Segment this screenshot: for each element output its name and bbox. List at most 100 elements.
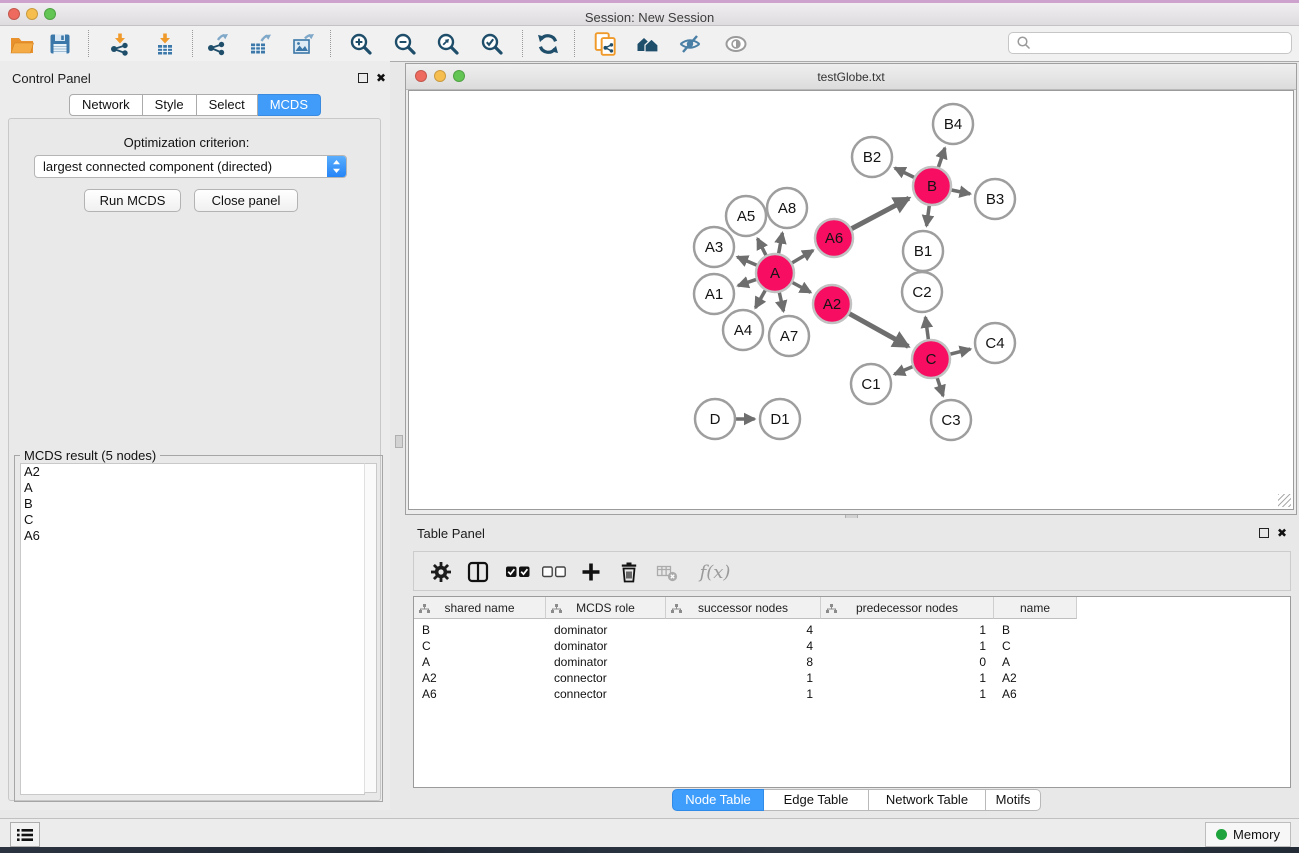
search-input[interactable] (1032, 36, 1291, 50)
hierarchy-icon (826, 603, 837, 617)
result-item[interactable]: A (21, 480, 364, 496)
tab-node-table[interactable]: Node Table (672, 789, 764, 811)
add-row-icon[interactable] (578, 560, 604, 584)
node-A[interactable]: A (756, 254, 794, 292)
close-table-panel-icon[interactable]: ✖ (1277, 527, 1287, 539)
node-C2[interactable]: C2 (902, 272, 942, 312)
task-history-button[interactable] (10, 822, 40, 847)
node-A5[interactable]: A5 (726, 196, 766, 236)
refresh-icon[interactable] (531, 29, 565, 59)
svg-text:D: D (710, 411, 721, 428)
cell: 1 (666, 670, 821, 686)
criterion-dropdown[interactable]: largest connected component (directed) (34, 155, 347, 178)
zoom-in-icon[interactable] (344, 29, 378, 59)
tab-edge-table[interactable]: Edge Table (764, 789, 869, 811)
result-item[interactable]: A6 (21, 528, 364, 544)
export-table-icon[interactable] (244, 29, 278, 59)
memory-label: Memory (1233, 827, 1280, 842)
select-all-checkboxes-icon[interactable] (505, 560, 531, 584)
svg-text:B3: B3 (986, 191, 1004, 208)
tab-network[interactable]: Network (69, 94, 143, 116)
zoom-window-button[interactable] (44, 8, 56, 20)
svg-text:B4: B4 (944, 116, 962, 133)
column-header-mcds-role[interactable]: MCDS role (546, 597, 666, 619)
export-image-icon[interactable] (287, 29, 321, 59)
node-D[interactable]: D (695, 399, 735, 439)
minimize-window-button[interactable] (26, 8, 38, 20)
table-row[interactable]: Bdominator41B (414, 622, 1290, 638)
table-row[interactable]: A6connector11A6 (414, 686, 1290, 702)
close-panel-icon[interactable]: ✖ (376, 72, 386, 84)
tab-style[interactable]: Style (143, 94, 197, 116)
zoom-out-icon[interactable] (388, 29, 422, 59)
result-scrollbar[interactable] (364, 463, 377, 793)
result-item[interactable]: A2 (21, 464, 364, 480)
float-table-panel-icon[interactable] (1259, 528, 1269, 538)
float-panel-icon[interactable] (358, 73, 368, 83)
export-network-icon[interactable] (201, 29, 235, 59)
zoom-fit-icon[interactable] (431, 29, 465, 59)
node-A8[interactable]: A8 (767, 188, 807, 228)
node-B1[interactable]: B1 (903, 231, 943, 271)
network-graph[interactable]: B4 B2 B B3 A8A5 A6 A3 B1 A C2 A1 A2 A4A7 C4 C C1 C3 D D1 (409, 91, 1295, 511)
search-field[interactable] (1008, 32, 1292, 54)
node-A1[interactable]: A1 (694, 274, 734, 314)
table-row[interactable]: A2connector11A2 (414, 670, 1290, 686)
deselect-all-checkboxes-icon[interactable] (541, 560, 567, 584)
node-C1[interactable]: C1 (851, 364, 891, 404)
column-header-successor-nodes[interactable]: successor nodes (666, 597, 821, 619)
mcds-result-title: MCDS result (5 nodes) (20, 448, 160, 463)
memory-button[interactable]: Memory (1205, 822, 1291, 847)
hide-graphics-details-icon[interactable] (673, 29, 707, 59)
tab-motifs[interactable]: Motifs (986, 789, 1041, 811)
control-panel-tabs: NetworkStyleSelectMCDS (0, 94, 390, 116)
node-B[interactable]: B (913, 167, 951, 205)
function-builder-icon[interactable]: f(x) (695, 560, 735, 584)
result-item[interactable]: B (21, 496, 364, 512)
result-item[interactable]: C (21, 512, 364, 528)
run-mcds-button[interactable]: Run MCDS (84, 189, 181, 212)
tab-mcds[interactable]: MCDS (258, 94, 321, 116)
node-A7[interactable]: A7 (769, 316, 809, 356)
import-table-icon[interactable] (148, 29, 182, 59)
column-header-predecessor-nodes[interactable]: predecessor nodes (821, 597, 994, 619)
save-session-icon[interactable] (43, 29, 77, 59)
node-A3[interactable]: A3 (694, 227, 734, 267)
node-A6[interactable]: A6 (815, 219, 853, 257)
node-B2[interactable]: B2 (852, 137, 892, 177)
column-header-shared-name[interactable]: shared name (414, 597, 546, 619)
node-A4[interactable]: A4 (723, 310, 763, 350)
import-network-icon[interactable] (103, 29, 137, 59)
table-row[interactable]: Adominator80A (414, 654, 1290, 670)
mcds-result-list[interactable]: A2ABCA6 (20, 463, 365, 795)
vertical-splitter-handle[interactable] (395, 435, 403, 448)
network-canvas[interactable]: B4 B2 B B3 A8A5 A6 A3 B1 A C2 A1 A2 A4A7 C4 C C1 C3 D D1 (408, 90, 1294, 510)
node-C[interactable]: C (912, 340, 950, 378)
tab-network-table[interactable]: Network Table (869, 789, 986, 811)
memory-status-icon (1216, 829, 1227, 840)
delete-row-trash-icon[interactable] (616, 560, 642, 584)
show-graphics-details-icon[interactable] (719, 29, 753, 59)
control-panel: Control Panel ✖ NetworkStyleSelectMCDS O… (0, 61, 390, 810)
zoom-selected-icon[interactable] (475, 29, 509, 59)
delete-table-icon[interactable] (654, 560, 680, 584)
tab-select[interactable]: Select (197, 94, 258, 116)
column-header-name[interactable]: name (994, 597, 1077, 619)
resize-grip-icon[interactable] (1278, 494, 1291, 507)
node-C4[interactable]: C4 (975, 323, 1015, 363)
open-session-icon[interactable] (5, 29, 39, 59)
close-window-button[interactable] (8, 8, 20, 20)
node-B3[interactable]: B3 (975, 179, 1015, 219)
column-layout-icon[interactable] (465, 560, 491, 584)
settings-gear-icon[interactable] (428, 560, 454, 584)
close-panel-button[interactable]: Close panel (194, 189, 298, 212)
network-snapshot-icon[interactable] (589, 29, 623, 59)
optimization-criterion-label: Optimization criterion: (0, 135, 373, 150)
table-row[interactable]: Cdominator41C (414, 638, 1290, 654)
node-C3[interactable]: C3 (931, 400, 971, 440)
node-D1[interactable]: D1 (760, 399, 800, 439)
table-panel: Table Panel ✖ f(x) shared nameMCDS roles… (405, 518, 1299, 814)
node-B4[interactable]: B4 (933, 104, 973, 144)
home-panels-icon[interactable] (631, 29, 665, 59)
node-A2[interactable]: A2 (813, 285, 851, 323)
